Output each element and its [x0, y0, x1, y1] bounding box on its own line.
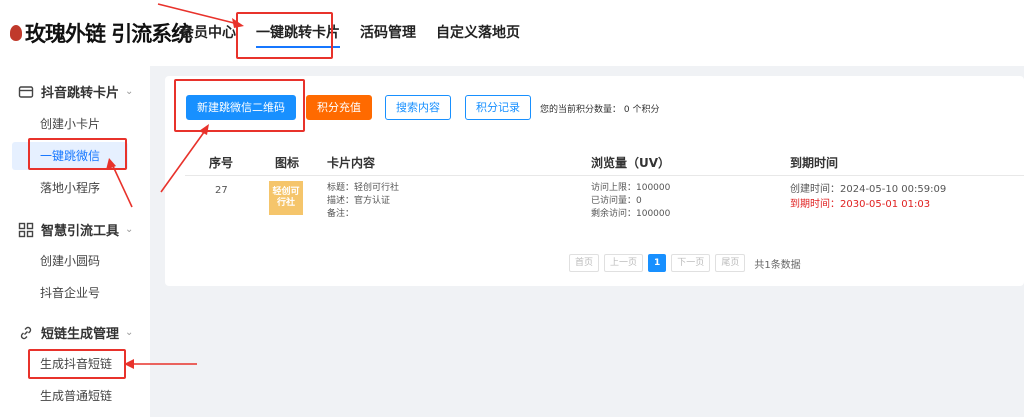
sidebar-group-label: 短链生成管理	[41, 327, 120, 342]
views-remaining: 剩余访问：100000	[591, 209, 671, 219]
search-content-button[interactable]: 搜索内容	[385, 95, 451, 120]
column-content: 卡片内容	[327, 156, 376, 170]
topnav-custom-landing[interactable]: 自定义落地页	[436, 22, 520, 44]
column-views: 浏览量（UV）	[591, 156, 671, 170]
page-prev-button[interactable]: 上一页	[604, 254, 644, 272]
page-last-button[interactable]: 尾页	[715, 254, 746, 272]
table-row: 27 轻创可行社 标题：轻创可行社 描述：官方认证 备注： 访问上限：10000…	[185, 176, 1024, 236]
sidebar-group-label: 抖音跳转卡片	[41, 86, 120, 101]
sidebar-group-label: 智慧引流工具	[41, 224, 120, 239]
link-icon	[20, 326, 32, 339]
rose-icon	[10, 25, 22, 41]
chevron-down-icon: ⌄	[125, 86, 134, 97]
column-expiry: 到期时间	[790, 156, 839, 170]
pagination: 首页 上一页 1 下一页 尾页 共1条数据	[569, 254, 801, 272]
content-desc: 描述：官方认证	[327, 196, 391, 206]
sidebar-item-create-circle-code[interactable]: 创建小圆码	[12, 247, 128, 275]
top-nav: 会员中心 一键跳转卡片 活码管理 自定义落地页	[180, 22, 540, 48]
sidebar-item-enterprise-account[interactable]: 抖音企业号	[12, 279, 128, 307]
page-first-button[interactable]: 首页	[569, 254, 600, 272]
sidebar-item-jump-wechat[interactable]: 一键跳微信	[12, 142, 128, 170]
created-time: 创建时间：2024-05-10 00:59:09	[790, 184, 947, 195]
page-next-button[interactable]: 下一页	[671, 254, 711, 272]
chevron-down-icon: ⌄	[125, 224, 134, 235]
sidebar-group-short-link[interactable]: 短链生成管理 ⌄	[18, 323, 133, 342]
views-used: 已访问量：0	[591, 196, 642, 206]
content-note: 备注：	[327, 209, 355, 219]
top-header: 玫瑰外链 引流系统 会员中心 一键跳转卡片 活码管理 自定义落地页	[0, 0, 1024, 66]
card-thumbnail[interactable]: 轻创可行社	[269, 181, 303, 215]
column-index: 序号	[209, 156, 234, 170]
content-title: 标题：轻创可行社	[327, 183, 400, 193]
sidebar-item-normal-short-link[interactable]: 生成普通短链	[12, 382, 128, 410]
topnav-jump-card[interactable]: 一键跳转卡片	[256, 22, 340, 48]
expire-time: 到期时间：2030-05-01 01:03	[790, 199, 931, 210]
points-balance: 您的当前积分数量： 0 个积分	[540, 105, 660, 115]
sidebar-group-smart-tools[interactable]: 智慧引流工具 ⌄	[18, 220, 133, 239]
thumbnail-text: 轻创可行社	[272, 187, 300, 208]
views-limit: 访问上限：100000	[591, 183, 671, 193]
page-current-button[interactable]: 1	[648, 254, 667, 272]
chevron-down-icon: ⌄	[125, 327, 134, 338]
row-index: 27	[215, 185, 228, 196]
recharge-button[interactable]: 积分充值	[306, 95, 372, 120]
new-wechat-qr-button[interactable]: 新建跳微信二维码	[186, 95, 296, 120]
content-card: 新建跳微信二维码 积分充值 搜索内容 积分记录 您的当前积分数量： 0 个积分 …	[165, 76, 1024, 286]
sidebar-item-douyin-short-link[interactable]: 生成抖音短链	[12, 350, 128, 378]
sidebar-group-douyin-card[interactable]: 抖音跳转卡片 ⌄	[18, 82, 133, 101]
sidebar: 抖音跳转卡片 ⌄ 创建小卡片 一键跳微信 落地小程序 智慧引流工具 ⌄ 创建小圆…	[0, 66, 150, 417]
logo-text: 玫瑰外链 引流系统	[25, 21, 192, 46]
sidebar-item-create-card[interactable]: 创建小卡片	[12, 110, 128, 138]
topnav-live-code[interactable]: 活码管理	[360, 22, 416, 44]
table-header: 序号 图标 卡片内容 浏览量（UV） 到期时间	[185, 146, 1024, 176]
sidebar-item-mini-program[interactable]: 落地小程序	[12, 174, 128, 202]
logo[interactable]: 玫瑰外链 引流系统	[10, 17, 192, 49]
column-icon: 图标	[275, 156, 300, 170]
topnav-member-center[interactable]: 会员中心	[180, 22, 236, 44]
points-records-button[interactable]: 积分记录	[465, 95, 531, 120]
card-icon	[18, 85, 34, 98]
page-total: 共1条数据	[754, 259, 801, 271]
grid-icon	[18, 222, 34, 237]
